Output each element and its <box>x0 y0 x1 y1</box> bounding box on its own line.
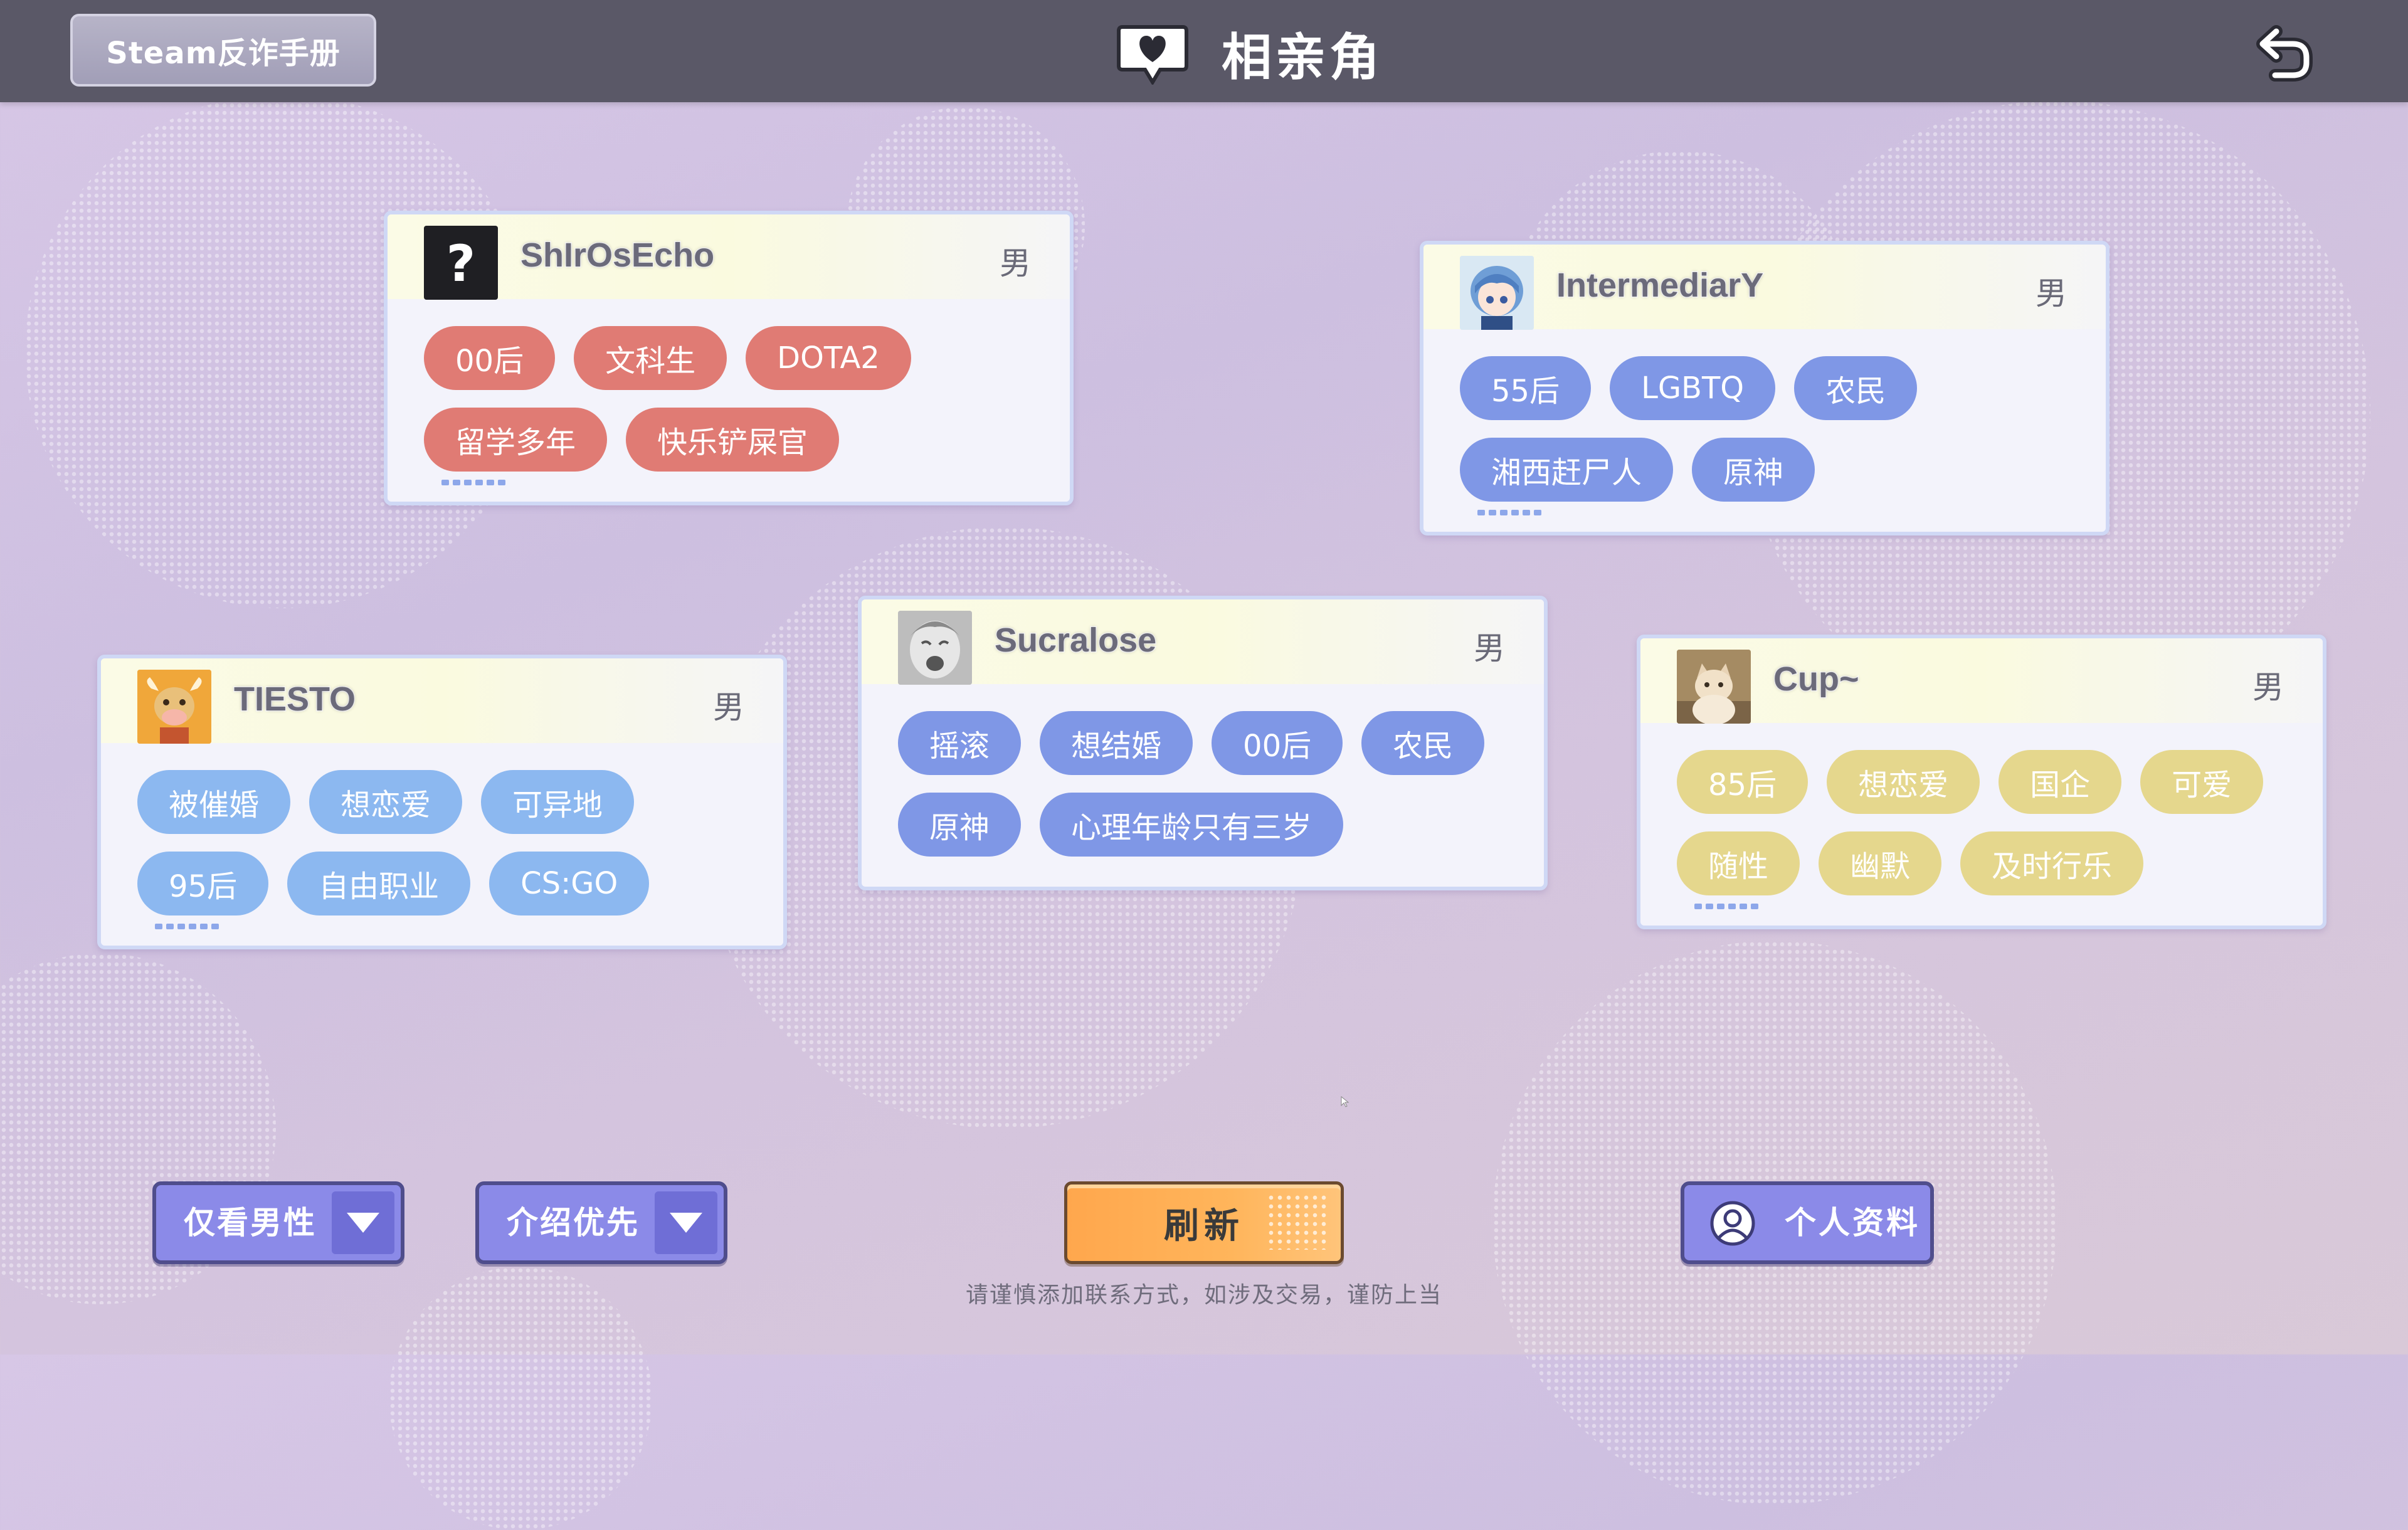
my-profile-button[interactable]: 个人资料 <box>1681 1181 1934 1264</box>
avatar <box>1460 256 1534 330</box>
svg-text:?: ? <box>446 235 475 293</box>
gender-label: 男 <box>1474 630 1505 667</box>
refresh-label: 刷新 <box>1164 1205 1244 1247</box>
tag: 95后 <box>137 852 269 915</box>
tag: 幽默 <box>1819 831 1942 895</box>
tag: 00后 <box>424 326 556 390</box>
card-header: TIESTO 男 <box>101 658 783 744</box>
question-mark-icon: ? <box>446 235 475 293</box>
tag: 可异地 <box>481 770 635 834</box>
tag: 想恋爱 <box>1827 750 1980 814</box>
more-indicator <box>1694 904 1758 909</box>
mouse-cursor-icon <box>1341 1096 1349 1107</box>
profile-card[interactable]: Cup~ 男 85后 想恋爱 国企 可爱 随性 幽默 及时行乐 <box>1637 635 2326 929</box>
gender-label: 男 <box>1000 245 1031 282</box>
refresh-button[interactable]: 刷新 <box>1064 1181 1344 1264</box>
bg-dot-circle <box>389 1267 652 1530</box>
gender-label: 男 <box>2036 275 2067 312</box>
tag: 可爱 <box>2140 750 2264 814</box>
cow-icon <box>137 670 211 744</box>
more-indicator <box>155 924 219 929</box>
tag: 想结婚 <box>1040 711 1193 775</box>
cat-icon <box>1677 650 1751 724</box>
tag-list: 被催婚 想恋爱 可异地 95后 自由职业 CS:GO <box>137 770 752 915</box>
my-profile-label: 个人资料 <box>1785 1205 1920 1241</box>
dropdown-toggle[interactable] <box>655 1191 717 1254</box>
steam-anti-fraud-guide-button[interactable]: Steam反诈手册 <box>70 14 376 87</box>
tag: 心理年龄只有三岁 <box>1040 793 1344 857</box>
tag-list: 55后 LGBTQ 农民 湘西赶尸人 原神 <box>1460 356 2074 502</box>
tag: CS:GO <box>489 852 650 915</box>
card-header: IntermediarY 男 <box>1423 245 2106 330</box>
avatar <box>137 670 211 744</box>
more-indicator <box>441 480 505 485</box>
tag: 被催婚 <box>137 770 291 834</box>
card-header: Cup~ 男 <box>1640 638 2323 724</box>
card-header: Sucralose 男 <box>862 599 1544 685</box>
avatar: ? <box>424 226 498 300</box>
more-indicator <box>1477 510 1541 515</box>
sort-filter-label: 介绍优先 <box>507 1205 640 1241</box>
avatar <box>1677 650 1751 724</box>
tag: 留学多年 <box>424 408 608 472</box>
top-bar: Steam反诈手册 相亲角 <box>0 0 2408 102</box>
tag: 湘西赶尸人 <box>1460 438 1674 502</box>
chat-heart-icon <box>1117 25 1188 85</box>
profile-card[interactable]: TIESTO 男 被催婚 想恋爱 可异地 95后 自由职业 CS:GO <box>97 655 787 949</box>
username: Sucralose <box>993 621 1157 660</box>
tag: 85后 <box>1677 750 1809 814</box>
tag: 想恋爱 <box>309 770 463 834</box>
page-title: 相亲角 <box>1222 28 1383 87</box>
anime-girl-icon <box>1460 256 1534 330</box>
profile-card[interactable]: Sucralose 男 摇滚 想结婚 00后 农民 原神 心理年龄只有三岁 <box>858 596 1548 890</box>
tag: 国企 <box>1999 750 2122 814</box>
tag: 自由职业 <box>287 852 471 915</box>
username: TIESTO <box>233 680 356 719</box>
username: IntermediarY <box>1555 266 1764 305</box>
avatar <box>898 611 972 685</box>
gender-filter-label: 仅看男性 <box>184 1205 317 1241</box>
gender-label: 男 <box>2252 669 2284 705</box>
safety-warning: 请谨慎添加联系方式，如涉及交易，谨防上当 <box>965 1282 1442 1308</box>
tag: LGBTQ <box>1610 356 1776 420</box>
user-avatar-icon <box>1710 1201 1755 1246</box>
dropdown-toggle[interactable] <box>332 1191 394 1254</box>
tag: 55后 <box>1460 356 1592 420</box>
tag: 快乐铲屎官 <box>626 408 840 472</box>
tag-list: 摇滚 想结婚 00后 农民 原神 心理年龄只有三岁 <box>898 711 1513 857</box>
button-shine-decoration <box>1267 1193 1329 1250</box>
tag-list: 85后 想恋爱 国企 可爱 随性 幽默 及时行乐 <box>1677 750 2291 895</box>
crying-baby-icon <box>898 611 972 685</box>
back-arrow-icon[interactable] <box>2254 23 2314 83</box>
username: Cup~ <box>1773 660 1861 699</box>
sort-filter-dropdown[interactable]: 介绍优先 <box>475 1181 727 1264</box>
tag: 随性 <box>1677 831 1800 895</box>
chevron-down-icon <box>670 1213 702 1233</box>
gender-label: 男 <box>713 689 744 725</box>
tag: 00后 <box>1212 711 1343 775</box>
tag: 原神 <box>898 793 1022 857</box>
tag: DOTA2 <box>746 326 911 390</box>
tag: 农民 <box>1794 356 1918 420</box>
card-header: ? ShIrOsEcho 男 <box>388 214 1070 300</box>
tag: 文科生 <box>574 326 727 390</box>
tag-list: 00后 文科生 DOTA2 留学多年 快乐铲屎官 <box>424 326 1038 472</box>
profile-card[interactable]: ? ShIrOsEcho 男 00后 文科生 DOTA2 留学多年 快乐铲屎官 <box>384 211 1074 505</box>
page-title-group: 相亲角 <box>1116 19 1383 88</box>
gender-filter-dropdown[interactable]: 仅看男性 <box>152 1181 404 1264</box>
tag: 农民 <box>1361 711 1485 775</box>
profile-card[interactable]: IntermediarY 男 55后 LGBTQ 农民 湘西赶尸人 原神 <box>1420 241 2110 536</box>
tag: 摇滚 <box>898 711 1022 775</box>
chevron-down-icon <box>347 1213 379 1233</box>
username: ShIrOsEcho <box>519 236 715 275</box>
tag: 原神 <box>1692 438 1815 502</box>
tag: 及时行乐 <box>1960 831 2144 895</box>
